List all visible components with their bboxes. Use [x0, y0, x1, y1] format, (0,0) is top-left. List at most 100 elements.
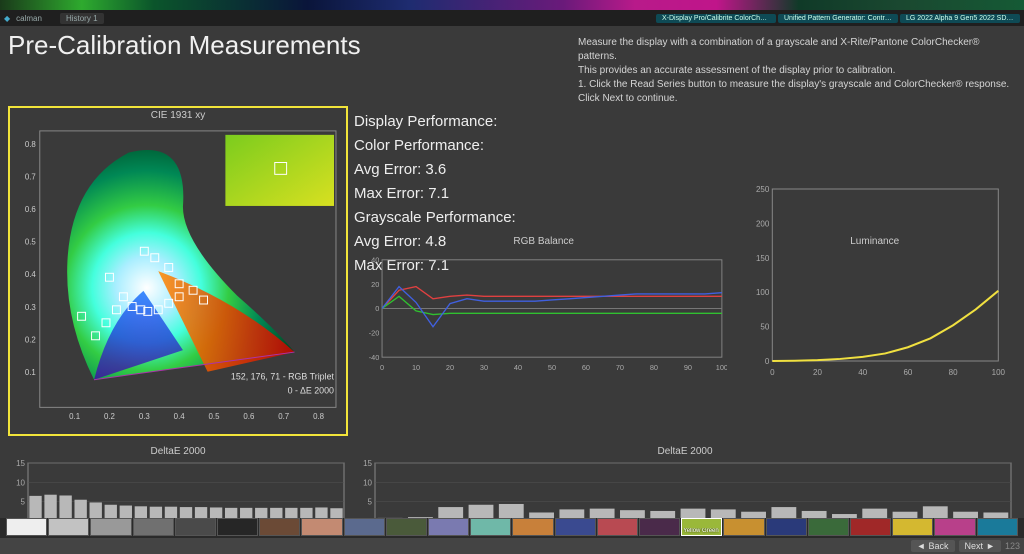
svg-text:5: 5 — [368, 498, 373, 507]
rgb-triplet-readout: 152, 176, 71 - RGB Triplet — [231, 372, 335, 382]
color-swatch[interactable] — [344, 518, 385, 536]
svg-text:200: 200 — [756, 219, 770, 228]
color-avg-error-label: Avg Error: — [354, 161, 421, 178]
color-performance-header: Color Performance: — [354, 134, 654, 158]
svg-text:0.3: 0.3 — [25, 303, 37, 312]
svg-text:10: 10 — [363, 478, 372, 487]
color-swatch[interactable] — [428, 518, 469, 536]
svg-text:0.2: 0.2 — [25, 335, 36, 344]
app-logo: ◆ — [4, 14, 10, 23]
delta-e-readout: 0 - ΔE 2000 — [288, 386, 334, 396]
svg-text:20: 20 — [371, 280, 379, 289]
svg-text:0.7: 0.7 — [25, 173, 36, 182]
cie-chromaticity-chart[interactable]: 0.10.20.30.40.50.60.70.8 0.10.20.30.40.5… — [10, 123, 346, 435]
svg-text:50: 50 — [761, 323, 770, 332]
svg-text:0.7: 0.7 — [278, 412, 289, 421]
color-swatch[interactable] — [48, 518, 89, 536]
svg-text:40: 40 — [859, 368, 868, 377]
color-swatch[interactable] — [6, 518, 47, 536]
grayscale-performance-header: Grayscale Performance: — [354, 206, 654, 230]
device-tab-display[interactable]: LG 2022 Alpha 9 Gen5 2022 SDR Expert Bri… — [900, 14, 1020, 23]
svg-text:80: 80 — [650, 363, 658, 372]
instruction-line: Click Next to continue. — [578, 92, 1016, 106]
color-swatch[interactable] — [766, 518, 807, 536]
svg-text:50: 50 — [548, 363, 556, 372]
color-swatch[interactable] — [90, 518, 131, 536]
svg-text:250: 250 — [756, 185, 770, 194]
color-swatch[interactable] — [175, 518, 216, 536]
svg-text:10: 10 — [412, 363, 420, 372]
svg-text:0.3: 0.3 — [139, 412, 151, 421]
svg-text:20: 20 — [813, 368, 822, 377]
svg-text:0: 0 — [375, 304, 379, 313]
color-swatch[interactable] — [892, 518, 933, 536]
svg-text:0: 0 — [765, 357, 770, 366]
color-swatch[interactable] — [259, 518, 300, 536]
color-swatch[interactable] — [723, 518, 764, 536]
color-swatch[interactable] — [512, 518, 553, 536]
svg-text:10: 10 — [16, 478, 25, 487]
svg-text:0.4: 0.4 — [174, 412, 186, 421]
svg-text:0: 0 — [770, 368, 775, 377]
svg-text:100: 100 — [756, 288, 770, 297]
device-tabs: X-Display Pro/Calibrite ColorChecker Dis… — [656, 14, 1020, 23]
color-swatch[interactable] — [301, 518, 342, 536]
next-button[interactable]: Next ► — [959, 540, 1001, 552]
instruction-line: 1. Click the Read Series button to measu… — [578, 78, 1016, 92]
svg-text:30: 30 — [480, 363, 488, 372]
color-swatch[interactable] — [470, 518, 511, 536]
svg-text:0.1: 0.1 — [69, 412, 80, 421]
color-swatch[interactable] — [934, 518, 975, 536]
color-swatch[interactable] — [386, 518, 427, 536]
svg-text:0.5: 0.5 — [209, 412, 221, 421]
instruction-line: This provides an accurate assessment of … — [578, 64, 1016, 78]
chevron-left-icon: ◄ — [917, 541, 926, 551]
svg-text:0.8: 0.8 — [25, 140, 37, 149]
cie-chart-title: CIE 1931 xy — [10, 108, 346, 123]
selected-color-swatch — [225, 135, 334, 206]
color-avg-error-value: 3.6 — [425, 161, 446, 178]
svg-text:15: 15 — [363, 459, 372, 468]
device-tab-pattern[interactable]: Unified Pattern Generator: Control Inter… — [778, 14, 898, 23]
color-gradient-bar — [0, 0, 1024, 10]
rgb-balance-chart[interactable]: RGB Balance -40-200204001020304050607080… — [360, 236, 727, 446]
cie-chart-panel: CIE 1931 xy — [8, 106, 348, 436]
page-indicator: 123 — [1005, 541, 1020, 551]
page-title: Pre-Calibration Measurements — [8, 30, 358, 102]
svg-text:0.1: 0.1 — [25, 368, 36, 377]
color-swatch[interactable] — [597, 518, 638, 536]
svg-text:60: 60 — [582, 363, 590, 372]
chevron-right-icon: ► — [986, 541, 995, 551]
instructions-block: Measure the display with a combination o… — [358, 30, 1016, 106]
color-swatch[interactable] — [639, 518, 680, 536]
svg-text:60: 60 — [904, 368, 913, 377]
color-swatch[interactable] — [217, 518, 258, 536]
color-swatch[interactable]: Yellow Green — [681, 518, 722, 536]
svg-text:150: 150 — [756, 254, 770, 263]
color-max-error-label: Max Error: — [354, 185, 424, 202]
luminance-chart[interactable]: Luminance 050100150200250020406080100 — [733, 236, 1016, 446]
svg-text:0.6: 0.6 — [243, 412, 255, 421]
device-tab-meter[interactable]: X-Display Pro/Calibrite ColorChecker Dis… — [656, 14, 776, 23]
svg-text:15: 15 — [16, 459, 25, 468]
app-name: calman — [16, 14, 42, 23]
svg-text:90: 90 — [684, 363, 692, 372]
svg-text:5: 5 — [21, 498, 26, 507]
svg-text:0.4: 0.4 — [25, 270, 37, 279]
svg-text:0.5: 0.5 — [25, 238, 37, 247]
color-swatch[interactable] — [977, 518, 1018, 536]
svg-text:40: 40 — [371, 256, 379, 265]
color-swatch[interactable] — [555, 518, 596, 536]
footer-nav: ◄ Back Next ► 123 — [0, 538, 1024, 554]
color-swatch[interactable] — [133, 518, 174, 536]
history-tab[interactable]: History 1 — [60, 13, 104, 24]
instruction-line: Measure the display with a combination o… — [578, 36, 1016, 64]
color-swatch-strip: Yellow Green — [0, 518, 1024, 538]
color-swatch[interactable] — [808, 518, 849, 536]
back-button[interactable]: ◄ Back — [911, 540, 955, 552]
svg-text:-20: -20 — [369, 329, 380, 338]
svg-text:70: 70 — [616, 363, 624, 372]
color-swatch[interactable] — [850, 518, 891, 536]
svg-text:100: 100 — [716, 363, 728, 372]
svg-text:-40: -40 — [369, 353, 380, 362]
